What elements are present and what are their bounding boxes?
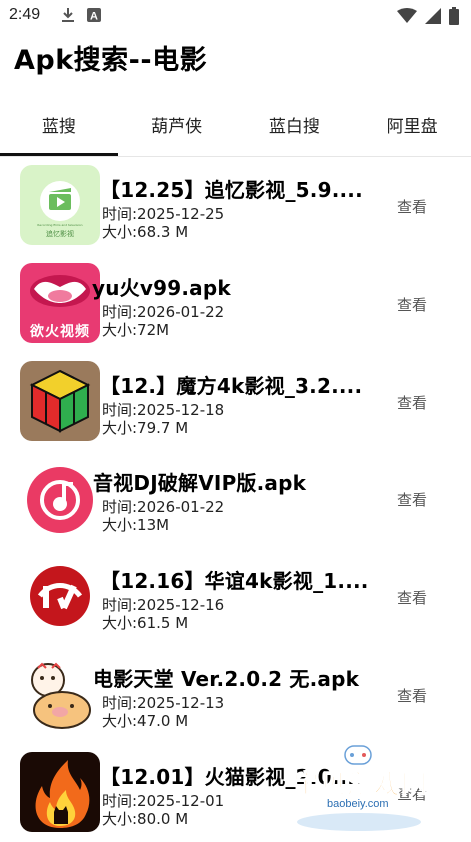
download-icon [62, 8, 74, 22]
list-item[interactable]: 【12.】魔方4k影视_3.2.... 时间:2025-12-18 大小:79.… [0, 354, 471, 451]
app-icon-label: 追忆影视 [46, 230, 74, 238]
item-size: 大小:61.5 M [102, 614, 189, 632]
item-size: 大小:79.7 M [102, 419, 189, 437]
status-bar: 2:49 A [0, 0, 471, 32]
view-button[interactable]: 查看 [397, 587, 427, 608]
view-button[interactable]: 查看 [397, 294, 427, 315]
item-name: 【12.】魔方4k影视_3.2.... [100, 374, 363, 398]
font-a-icon: A [87, 8, 101, 23]
tab-lanbaisou[interactable]: 蓝白搜 [236, 96, 354, 156]
item-name: yu火v99.apk [92, 276, 231, 300]
app-icon [20, 752, 100, 832]
app-icon-sublabel: Recording films and television [37, 223, 83, 227]
app-icon [20, 361, 100, 441]
app-icon-label: 欲火视频 [30, 324, 90, 340]
music-disc-icon [20, 458, 100, 538]
item-size: 大小:68.3 M [102, 223, 189, 241]
list-item[interactable]: 【12.16】华谊4k影视_1.... 时间:2025-12-16 大小:61.… [0, 549, 471, 646]
item-size: 大小:72M [102, 321, 170, 339]
item-size: 大小:13M [102, 516, 170, 534]
tab-huluxia[interactable]: 葫芦侠 [118, 96, 236, 156]
hy-logo-icon [20, 556, 100, 636]
watermark: 宝贝游戏网 baobeiy.com [292, 744, 443, 832]
list-item[interactable]: 欲火视频 yu火v99.apk 时间:2026-01-22 大小:72M 查看 [0, 256, 471, 353]
list-item[interactable]: 电影天堂 Ver.2.0.2 无.apk 时间:2025-12-13 大小:47… [0, 647, 471, 744]
app-icon: 追忆影视 Recording films and television [20, 165, 100, 245]
divider [0, 156, 471, 157]
item-name: 电影天堂 Ver.2.0.2 无.apk [93, 667, 360, 691]
fire-cat-icon [20, 752, 100, 832]
status-time: 2:49 [9, 6, 41, 23]
app-icon [20, 458, 100, 538]
app-icon [20, 654, 100, 734]
view-button[interactable]: 查看 [397, 392, 427, 413]
list-item[interactable]: 音视DJ破解VIP版.apk 时间:2026-01-22 大小:13M 查看 [0, 451, 471, 548]
view-button[interactable]: 查看 [397, 489, 427, 510]
item-name: 音视DJ破解VIP版.apk [93, 471, 307, 495]
svg-text:A: A [90, 11, 98, 23]
signal-icon [425, 8, 441, 24]
item-size: 大小:80.0 M [102, 810, 189, 828]
tab-bar: 蓝搜 葫芦侠 蓝白搜 阿里盘 [0, 96, 471, 156]
tab-alipan[interactable]: 阿里盘 [353, 96, 471, 156]
tab-lansou[interactable]: 蓝搜 [0, 96, 118, 156]
item-name: 【12.16】华谊4k影视_1.... [100, 569, 369, 593]
item-size: 大小:47.0 M [102, 712, 189, 730]
wifi-icon [397, 8, 417, 23]
item-name: 【12.25】追忆影视_5.9.... [100, 178, 363, 202]
cartoon-pig-icon [20, 654, 100, 734]
view-button[interactable]: 查看 [397, 685, 427, 706]
watermark-title: 宝贝游戏网 [292, 770, 429, 801]
rubiks-cube-icon [20, 361, 100, 441]
battery-icon [449, 7, 459, 25]
app-icon: 欲火视频 [20, 263, 100, 343]
view-button[interactable]: 查看 [397, 196, 427, 217]
list-item[interactable]: 追忆影视 Recording films and television 【12.… [0, 158, 471, 255]
watermark-url: baobeiy.com [327, 798, 389, 810]
page-title: Apk搜索--电影 [14, 45, 208, 76]
app-icon [20, 556, 100, 636]
